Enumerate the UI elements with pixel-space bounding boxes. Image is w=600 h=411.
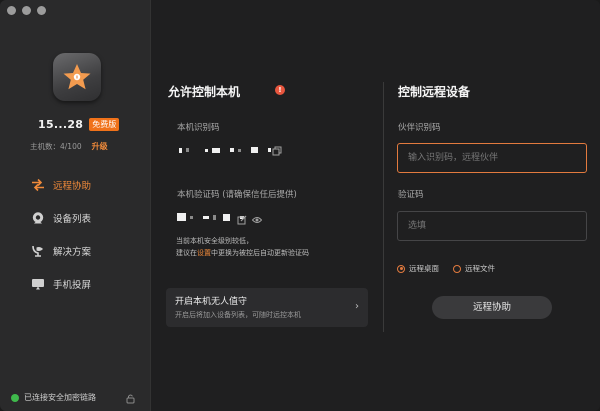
sidebar-item-screen-mirror[interactable]: 手机投屏 <box>30 276 91 292</box>
sidebar-item-label: 解决方案 <box>53 247 92 258</box>
hosts-count: 主机数：4/100 <box>30 142 82 151</box>
sidebar-item-label: 设备列表 <box>53 214 92 225</box>
eye-icon[interactable] <box>252 215 262 225</box>
radio-label: 远程桌面 <box>409 264 439 273</box>
lock-icon[interactable] <box>125 393 136 404</box>
control-remote-title: 控制远程设备 <box>398 85 471 99</box>
allow-control-panel: 允许控制本机 ! 本机识别码 本机验证码 (请确保信任后提供) 当前本机安全级别… <box>151 0 383 411</box>
sidebar-item-device-list[interactable]: 设备列表 <box>30 210 91 226</box>
warning-icon[interactable]: ! <box>275 85 285 95</box>
partner-id-input[interactable]: 输入识别码，远程伙伴 <box>397 143 587 173</box>
close-window-button[interactable] <box>7 6 16 15</box>
hint-prefix: 建议在 <box>176 249 197 257</box>
unattended-access-card[interactable]: 开启本机无人值守 开启后将加入设备列表，可随时远控本机 › <box>166 288 368 327</box>
allow-control-title: 允许控制本机 <box>168 85 241 99</box>
status-dot <box>11 393 19 402</box>
connection-status: 已连接安全加密链路 <box>11 392 96 403</box>
sidebar-item-label: 手机投屏 <box>53 280 92 291</box>
radio-unchecked-icon <box>453 264 461 273</box>
mode-radio-group: 远程桌面 远程文件 <box>397 263 495 274</box>
solutions-icon <box>30 243 46 259</box>
radio-remote-file[interactable]: 远程文件 <box>453 263 495 274</box>
unattended-description: 开启后将加入设备列表，可随时远控本机 <box>175 311 301 319</box>
sidebar-nav: 远程协助 设备列表 解决方案 手机投屏 <box>30 177 91 309</box>
radio-label: 远程文件 <box>465 264 495 273</box>
edit-icon[interactable] <box>237 215 247 225</box>
plan-badge: 免费版 <box>89 118 120 131</box>
app-logo <box>53 53 101 101</box>
local-id-value <box>179 147 271 153</box>
status-text: 已连接安全加密链路 <box>24 393 96 402</box>
verification-code-label: 本机验证码 (请确保信任后提供) <box>177 190 297 200</box>
settings-link[interactable]: 设置 <box>197 249 211 257</box>
chevron-right-icon: › <box>355 301 359 312</box>
device-list-icon <box>30 210 46 226</box>
remote-assist-icon <box>30 177 46 193</box>
unattended-title: 开启本机无人值守 <box>175 297 248 307</box>
local-id-label: 本机识别码 <box>177 123 220 133</box>
security-hint-line2: 建议在设置中更换为被控后自动更新验证码 <box>176 247 309 259</box>
star-logo-icon <box>63 64 91 90</box>
hint-suffix: 中更换为被控后自动更新验证码 <box>211 249 309 257</box>
sidebar-item-remote-assist[interactable]: 远程协助 <box>30 177 91 193</box>
sidebar: 15...28 免费版 主机数：4/100 升级 远程协助 设备列表 解决方案 … <box>0 0 151 411</box>
device-id-row: 15...28 免费版 <box>38 118 120 131</box>
screen-mirror-icon <box>30 276 46 292</box>
copy-icon[interactable] <box>272 146 282 156</box>
app-window: 15...28 免费版 主机数：4/100 升级 远程协助 设备列表 解决方案 … <box>0 0 600 411</box>
hosts-row: 主机数：4/100 升级 <box>30 141 108 152</box>
device-id: 15...28 <box>38 118 84 131</box>
sidebar-item-label: 远程协助 <box>53 181 92 192</box>
upgrade-link[interactable]: 升级 <box>92 141 108 152</box>
partner-id-label: 伙伴识别码 <box>398 123 441 133</box>
remote-code-label: 验证码 <box>398 190 424 200</box>
remote-assist-button[interactable]: 远程协助 <box>432 296 552 319</box>
remote-code-input[interactable]: 选填 <box>397 211 587 241</box>
verification-code-value <box>177 213 244 221</box>
radio-checked-icon <box>397 264 405 273</box>
zoom-window-button[interactable] <box>37 6 46 15</box>
radio-remote-desktop[interactable]: 远程桌面 <box>397 263 439 274</box>
minimize-window-button[interactable] <box>22 6 31 15</box>
window-controls <box>7 6 46 15</box>
sidebar-item-solutions[interactable]: 解决方案 <box>30 243 91 259</box>
control-remote-panel: 控制远程设备 伙伴识别码 输入识别码，远程伙伴 验证码 选填 远程桌面 远程文件… <box>384 0 600 411</box>
security-hint: 当前本机安全级别较低， 建议在设置中更换为被控后自动更新验证码 <box>176 235 309 259</box>
security-hint-line1: 当前本机安全级别较低， <box>176 237 253 245</box>
